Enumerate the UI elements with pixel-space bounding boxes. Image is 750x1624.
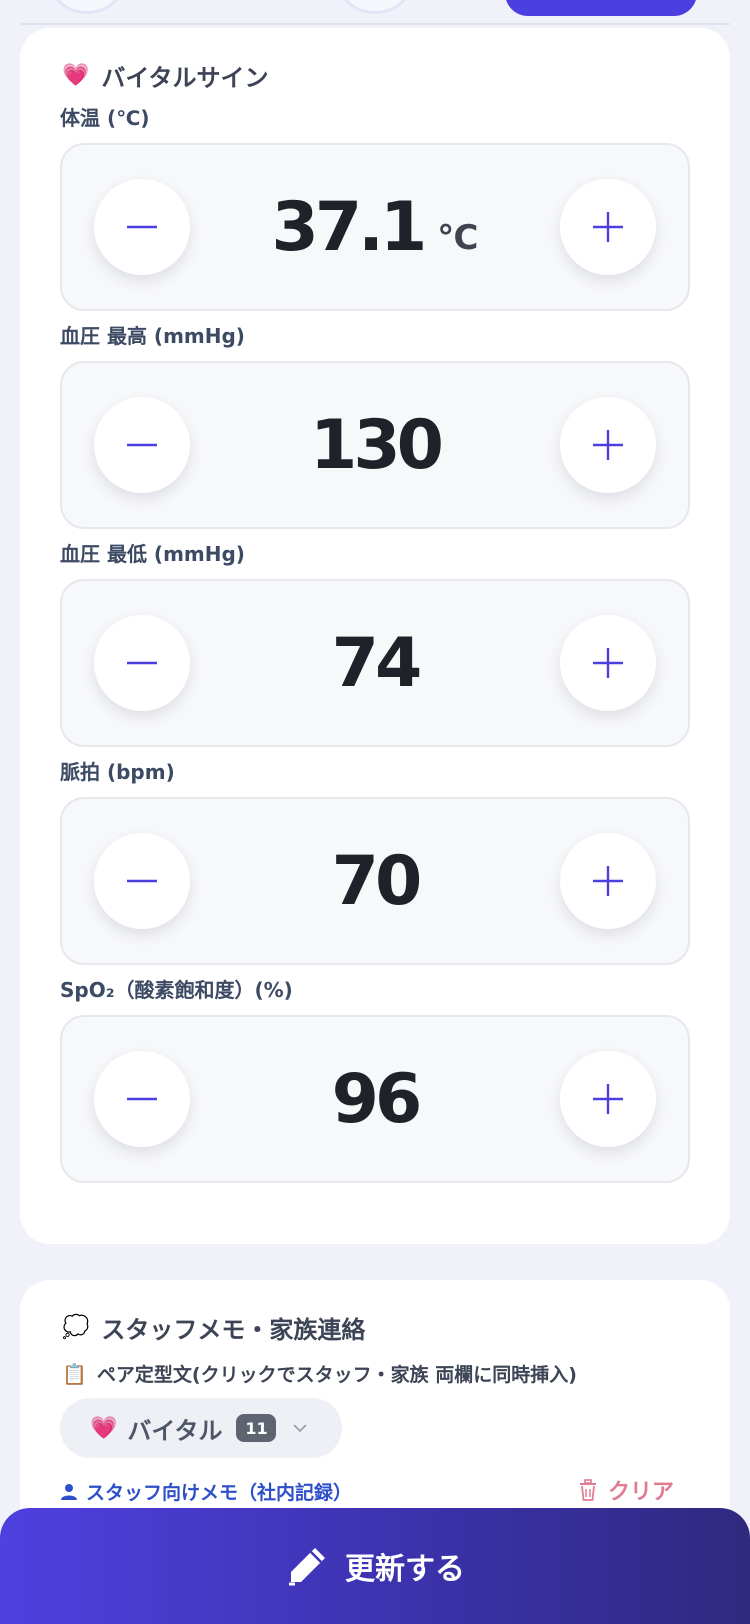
speech-bubble-icon: 💭 — [62, 1315, 90, 1340]
template-hint: 📋 ペア定型文(クリックでスタッフ・家族 両欄に同時挿入) — [62, 1360, 577, 1387]
spo2-stepper: 96 — [60, 1015, 690, 1183]
vital-label: 体温 (℃) — [60, 105, 150, 130]
increment-button[interactable] — [560, 179, 656, 275]
minus-icon — [127, 879, 157, 883]
increment-button[interactable] — [560, 397, 656, 493]
staff-memo-label: スタッフ向けメモ（社内記録） — [60, 1478, 352, 1505]
divider — [20, 23, 730, 25]
vitals-title-text: バイタルサイン — [101, 64, 269, 92]
plus-icon — [593, 430, 623, 460]
heart-icon: 💗 — [62, 63, 90, 88]
vitals-card: 💗 バイタルサイン 体温 (℃) 37.1 ℃ 血圧 最高 (mmHg) 130… — [20, 28, 730, 1244]
vital-spo2: SpO₂（酸素飽和度）(%) 96 — [60, 973, 690, 1183]
decrement-button[interactable] — [94, 615, 190, 711]
value-display: 96 — [192, 1017, 558, 1181]
value-display: 70 — [192, 799, 558, 963]
vitals-title: 💗 バイタルサイン — [62, 58, 268, 93]
staff-memo-text: スタッフ向けメモ（社内記録） — [86, 1482, 353, 1504]
category-count-badge: 11 — [236, 1414, 277, 1442]
vital-value: 74 — [331, 623, 423, 703]
top-circle-left[interactable] — [52, 0, 122, 14]
increment-button[interactable] — [560, 833, 656, 929]
increment-button[interactable] — [560, 1051, 656, 1147]
increment-button[interactable] — [560, 615, 656, 711]
minus-icon — [127, 661, 157, 665]
minus-icon — [127, 443, 157, 447]
vital-temperature: 体温 (℃) 37.1 ℃ — [60, 101, 690, 311]
vital-label: 血圧 最高 (mmHg) — [60, 323, 245, 348]
vital-unit: ℃ — [437, 218, 479, 258]
category-select[interactable]: 💗 バイタル 11 — [60, 1398, 342, 1458]
decrement-button[interactable] — [94, 833, 190, 929]
pencil-icon — [289, 1548, 325, 1586]
vital-value: 130 — [310, 405, 444, 485]
top-primary-button[interactable] — [505, 0, 697, 16]
heart-icon: 💗 — [90, 1415, 118, 1441]
vital-value: 96 — [331, 1059, 423, 1139]
value-display: 74 — [192, 581, 558, 745]
pulse-stepper: 70 — [60, 797, 690, 965]
vital-bp-systolic: 血圧 最高 (mmHg) 130 — [60, 319, 690, 529]
top-remnant — [0, 0, 750, 26]
minus-icon — [127, 1097, 157, 1101]
template-hint-text: ペア定型文(クリックでスタッフ・家族 両欄に同時挿入) — [96, 1364, 577, 1386]
vital-label: 脈拍 (bpm) — [60, 759, 175, 784]
minus-icon — [127, 225, 157, 229]
plus-icon — [593, 1084, 623, 1114]
update-label: 更新する — [345, 1552, 465, 1587]
update-button[interactable]: 更新する — [0, 1508, 750, 1624]
vital-label: SpO₂（酸素飽和度）(%) — [60, 977, 293, 1002]
value-display: 130 — [192, 363, 558, 527]
vital-value: 70 — [331, 841, 423, 921]
page: 💗 バイタルサイン 体温 (℃) 37.1 ℃ 血圧 最高 (mmHg) 130… — [0, 0, 750, 1624]
bp-diastolic-stepper: 74 — [60, 579, 690, 747]
vital-bp-diastolic: 血圧 最低 (mmHg) 74 — [60, 537, 690, 747]
vital-value: 37.1 — [271, 187, 428, 267]
chevron-down-icon — [293, 1424, 308, 1433]
clipboard-icon: 📋 — [62, 1361, 87, 1386]
plus-icon — [593, 212, 623, 242]
decrement-button[interactable] — [94, 1051, 190, 1147]
trash-icon — [579, 1479, 596, 1501]
person-icon — [61, 1483, 77, 1500]
memo-title-text: スタッフメモ・家族連絡 — [101, 1316, 366, 1344]
vital-label: 血圧 最低 (mmHg) — [60, 541, 245, 566]
clear-label: クリア — [607, 1480, 674, 1505]
plus-icon — [593, 648, 623, 678]
decrement-button[interactable] — [94, 397, 190, 493]
clear-button[interactable]: クリア — [576, 1474, 674, 1506]
vital-pulse: 脈拍 (bpm) 70 — [60, 755, 690, 965]
bp-systolic-stepper: 130 — [60, 361, 690, 529]
memo-title: 💭 スタッフメモ・家族連絡 — [62, 1310, 365, 1345]
value-display: 37.1 ℃ — [192, 145, 558, 309]
decrement-button[interactable] — [94, 179, 190, 275]
category-label: バイタル — [127, 1416, 223, 1445]
top-circle-middle[interactable] — [340, 0, 410, 14]
plus-icon — [593, 866, 623, 896]
temperature-stepper: 37.1 ℃ — [60, 143, 690, 311]
